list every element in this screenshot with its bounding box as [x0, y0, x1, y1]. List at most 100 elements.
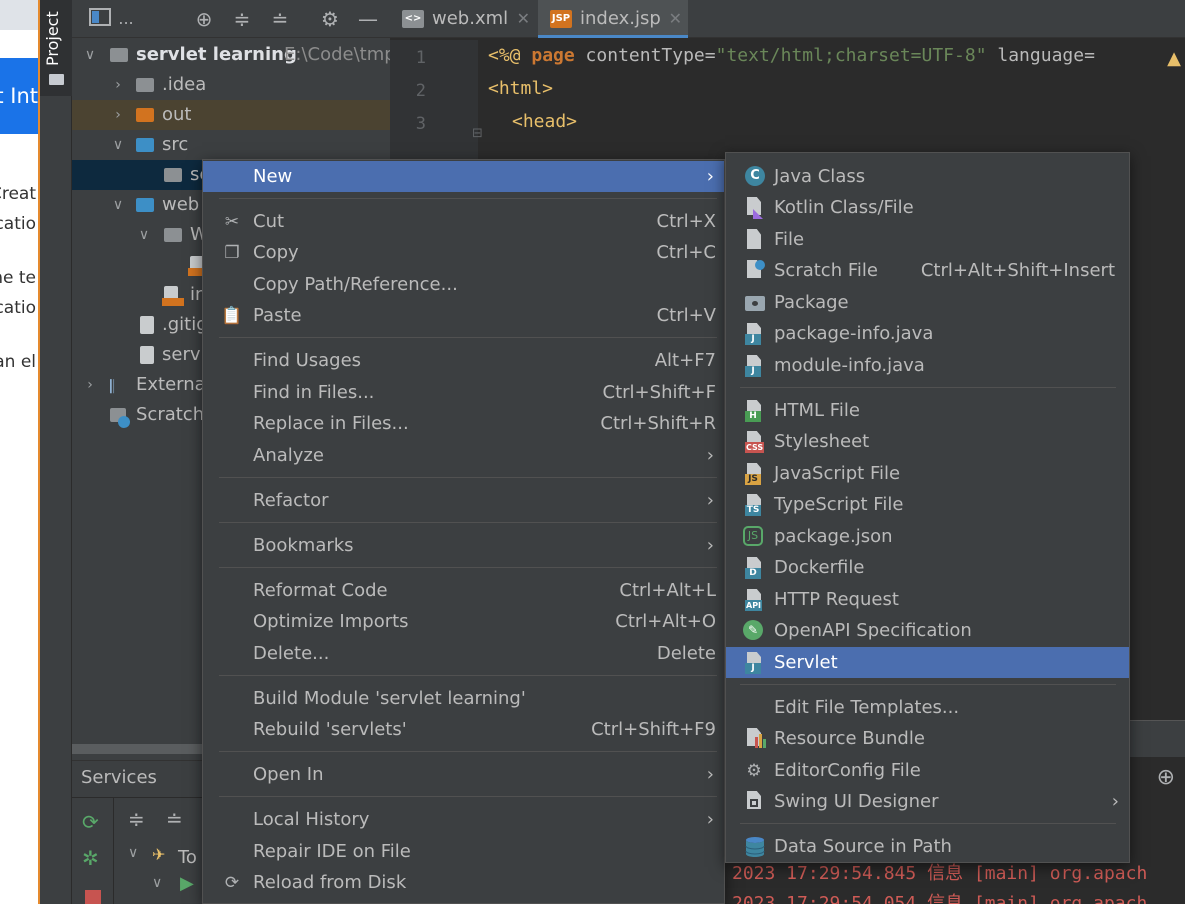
menu-item-refactor[interactable]: Refactor ›: [203, 485, 724, 516]
submenu-item-stylesheet[interactable]: CSS Stylesheet: [726, 426, 1129, 457]
submenu-item-javascript-file[interactable]: JS JavaScript File: [726, 458, 1129, 489]
folder-icon: [164, 228, 182, 242]
expand-all-icon[interactable]: ≑: [128, 807, 145, 831]
menu-item-cut[interactable]: ✂ Cut Ctrl+X: [203, 206, 724, 237]
submenu-item-package-info[interactable]: J package-info.java: [726, 318, 1129, 349]
file-icon: [745, 229, 765, 251]
menu-separator: [219, 198, 717, 199]
collapse-all-icon[interactable]: ≐: [268, 7, 292, 31]
submenu-item-scratch-file[interactable]: Scratch File Ctrl+Alt+Shift+Insert: [726, 255, 1129, 286]
tab-web-xml[interactable]: <> web.xml ✕: [390, 0, 536, 38]
locate-icon[interactable]: ⊕: [192, 7, 216, 31]
menu-item-label: OpenAPI Specification: [774, 620, 972, 641]
submenu-item-data-source[interactable]: Data Source in Path: [726, 831, 1129, 862]
submenu-item-typescript-file[interactable]: TS TypeScript File: [726, 489, 1129, 520]
minimize-icon[interactable]: —: [356, 7, 380, 31]
gear-icon[interactable]: ⚙: [318, 7, 342, 31]
target-icon[interactable]: ⊕: [1157, 765, 1175, 790]
nodejs-icon: JS: [743, 526, 763, 546]
tab-index-jsp[interactable]: JSP index.jsp ✕: [538, 0, 688, 38]
code-line-3[interactable]: <head>: [512, 111, 577, 132]
submenu-item-module-info[interactable]: J module-info.java: [726, 350, 1129, 381]
browser-text-line: an el: [0, 352, 36, 372]
chevron-right-icon[interactable]: ›: [110, 70, 126, 100]
submenu-item-package-json[interactable]: JS package.json: [726, 521, 1129, 552]
gear-icon: ⚙: [746, 761, 762, 781]
menu-item-optimize-imports[interactable]: Optimize Imports Ctrl+Alt+O: [203, 606, 724, 637]
menu-item-paste[interactable]: 📋 Paste Ctrl+V: [203, 300, 724, 331]
module-folder-icon: [110, 48, 128, 62]
submenu-item-swing-ui-designer[interactable]: Swing UI Designer ›: [726, 786, 1129, 817]
tomcat-server-label[interactable]: To: [178, 847, 197, 868]
submenu-item-servlet[interactable]: J Servlet: [726, 647, 1129, 678]
tree-item-label: servlet learning: [136, 44, 297, 65]
code-line-2[interactable]: <html>: [488, 78, 553, 99]
tree-item-idea[interactable]: › .idea: [72, 70, 390, 100]
refresh-icon[interactable]: ⟳: [82, 810, 99, 834]
collapse-all-icon[interactable]: ≐: [166, 807, 183, 831]
menu-item-open-in[interactable]: Open In ›: [203, 759, 724, 790]
menu-item-label: Package: [774, 292, 849, 313]
chevron-down-icon[interactable]: ∨: [110, 130, 126, 160]
warning-icon[interactable]: ▲: [1167, 48, 1181, 69]
menu-item-analyze[interactable]: Analyze ›: [203, 440, 724, 471]
menu-item-rebuild[interactable]: Rebuild 'servlets' Ctrl+Shift+F9: [203, 714, 724, 745]
tree-item-src[interactable]: ∨ src: [72, 130, 390, 160]
chevron-down-icon[interactable]: ∨: [110, 190, 126, 220]
chevron-down-icon[interactable]: ∨: [136, 220, 152, 250]
debug-icon[interactable]: ✲: [82, 846, 99, 870]
tree-item-out[interactable]: › out: [72, 100, 390, 130]
menu-item-delete[interactable]: Delete... Delete: [203, 638, 724, 669]
source-folder-icon: [136, 138, 154, 152]
submenu-item-java-class[interactable]: C Java Class: [726, 161, 1129, 192]
folder-icon: [49, 74, 64, 85]
submenu-item-http-request[interactable]: API HTTP Request: [726, 584, 1129, 615]
chevron-down-icon[interactable]: ∨: [128, 845, 138, 861]
submenu-item-dockerfile[interactable]: D Dockerfile: [726, 552, 1129, 583]
clock-badge-icon: [118, 416, 130, 428]
menu-item-label: Paste: [253, 305, 302, 326]
submenu-item-kotlin-file[interactable]: Kotlin Class/File: [726, 192, 1129, 223]
submenu-item-edit-file-templates[interactable]: Edit File Templates...: [726, 692, 1129, 723]
menu-item-copy-path[interactable]: Copy Path/Reference...: [203, 269, 724, 300]
menu-item-replace-in-files[interactable]: Replace in Files... Ctrl+Shift+R: [203, 408, 724, 439]
menu-item-local-history[interactable]: Local History ›: [203, 804, 724, 835]
project-view-icon[interactable]: [88, 7, 112, 31]
fold-icon[interactable]: ⊟: [472, 126, 483, 141]
tree-item-servlet-learning[interactable]: ∨ servlet learning E:\Code\tmp: [72, 40, 390, 70]
submenu-item-resource-bundle[interactable]: Resource Bundle: [726, 723, 1129, 754]
code-line-1[interactable]: <%@ page contentType="text/html;charset=…: [488, 45, 1095, 66]
submenu-item-editorconfig[interactable]: ⚙ EditorConfig File: [726, 755, 1129, 786]
horizontal-scrollbar[interactable]: [72, 744, 205, 754]
menu-item-reload-from-disk[interactable]: ⟳ Reload from Disk: [203, 867, 724, 898]
menu-item-find-in-files[interactable]: Find in Files... Ctrl+Shift+F: [203, 377, 724, 408]
chevron-right-icon[interactable]: ›: [82, 370, 98, 400]
close-icon[interactable]: ✕: [669, 0, 682, 38]
project-view-title[interactable]: ...: [116, 7, 136, 31]
submenu-item-file[interactable]: File: [726, 224, 1129, 255]
close-icon[interactable]: ✕: [517, 0, 530, 38]
menu-item-label: Java Class: [774, 166, 866, 187]
browser-toolbar: [0, 0, 38, 30]
menu-item-repair-ide[interactable]: Repair IDE on File: [203, 836, 724, 867]
menu-item-label: JavaScript File: [774, 463, 901, 484]
menu-item-find-usages[interactable]: Find Usages Alt+F7: [203, 345, 724, 376]
menu-item-new[interactable]: New ›: [203, 161, 724, 192]
resource-bundle-icon: [745, 728, 766, 750]
submenu-item-html-file[interactable]: H HTML File: [726, 395, 1129, 426]
menu-item-bookmarks[interactable]: Bookmarks ›: [203, 530, 724, 561]
menu-item-build-module[interactable]: Build Module 'servlet learning': [203, 683, 724, 714]
run-icon[interactable]: ▶: [180, 873, 194, 894]
submenu-item-package[interactable]: Package: [726, 287, 1129, 318]
expand-all-icon[interactable]: ≑: [230, 7, 254, 31]
stop-icon[interactable]: [85, 890, 101, 904]
chevron-down-icon[interactable]: ∨: [152, 875, 162, 891]
menu-item-label: Resource Bundle: [774, 728, 925, 749]
submenu-item-openapi[interactable]: ✎ OpenAPI Specification: [726, 615, 1129, 646]
ts-file-icon: TS: [745, 494, 765, 516]
project-tool-tab[interactable]: Project: [40, 0, 72, 96]
chevron-right-icon[interactable]: ›: [110, 100, 126, 130]
chevron-down-icon[interactable]: ∨: [82, 40, 98, 70]
menu-item-reformat-code[interactable]: Reformat Code Ctrl+Alt+L: [203, 575, 724, 606]
menu-item-copy[interactable]: ❐ Copy Ctrl+C: [203, 237, 724, 268]
